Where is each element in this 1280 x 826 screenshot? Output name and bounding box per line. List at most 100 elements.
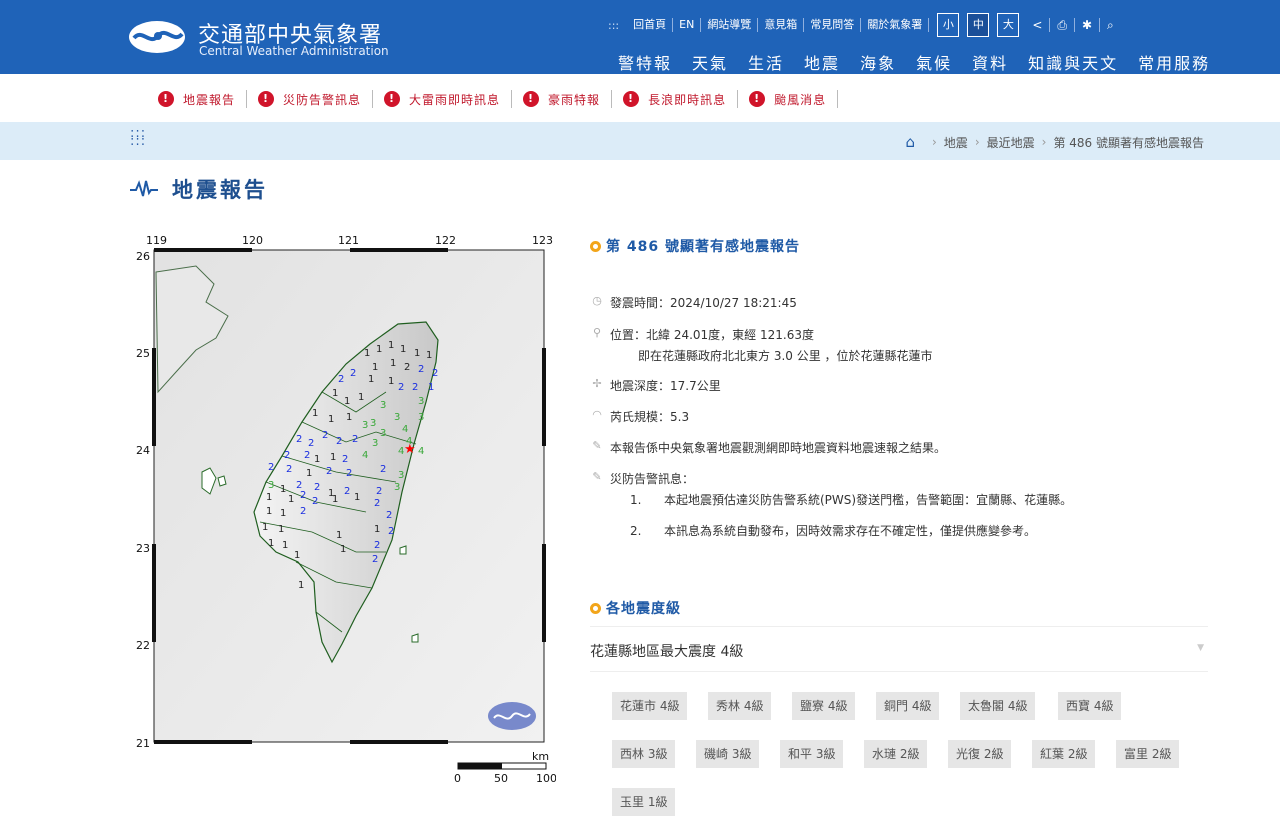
map-ytick: 24 [136, 444, 150, 457]
svg-text:1: 1 [358, 392, 364, 403]
svg-text:1: 1 [428, 382, 434, 393]
side-menu-icon[interactable]: :::::: [130, 127, 146, 148]
station-badge[interactable]: 太魯閣 4級 [960, 692, 1036, 720]
svg-text:1: 1 [280, 484, 286, 495]
breadcrumb-recent[interactable]: 最近地震 [987, 134, 1035, 151]
intensity-title: 各地震度級 [606, 601, 681, 617]
svg-text:2: 2 [304, 450, 310, 461]
font-size-small-button[interactable]: 小 [937, 13, 960, 37]
svg-text:1: 1 [330, 452, 336, 463]
svg-text:1: 1 [372, 362, 378, 373]
svg-text:2: 2 [300, 506, 306, 517]
breadcrumb: ⌂ › 地震 › 最近地震 › 第 486 號顯著有感地震報告 [905, 133, 1204, 151]
map-ytick: 21 [136, 737, 150, 750]
svg-text:1: 1 [390, 358, 396, 369]
station-badge[interactable]: 紅葉 2級 [1032, 740, 1096, 768]
svg-text:1: 1 [294, 550, 300, 561]
svg-text:2: 2 [374, 540, 380, 551]
util-link-feedback[interactable]: 意見箱 [758, 18, 805, 32]
font-size-large-button[interactable]: 大 [997, 13, 1020, 37]
svg-text:2: 2 [326, 466, 332, 477]
station-badge[interactable]: 西寶 4級 [1058, 692, 1122, 720]
svg-text:2: 2 [296, 434, 302, 445]
svg-text:1: 1 [336, 530, 342, 541]
alert-label: 豪雨特報 [548, 92, 601, 107]
station-badge[interactable]: 花蓮市 4級 [612, 692, 688, 720]
nav-climate[interactable]: 氣候 [916, 50, 952, 74]
svg-text:2: 2 [350, 368, 356, 379]
nav-data[interactable]: 資料 [972, 50, 1008, 74]
nav-warnings[interactable]: 警特報 [618, 50, 672, 74]
alert-icon: ! [384, 91, 401, 107]
svg-text:1: 1 [328, 414, 334, 425]
region-accordion[interactable]: 花蓮縣地區最大震度 4級 ▼ [590, 626, 1208, 672]
alert-swell[interactable]: ! 長浪即時訊息 [623, 90, 739, 108]
report-note: 本報告係中央氣象署地震觀測網即時地震資料地震速報之結果。 [610, 441, 947, 455]
alert-icon: ! [623, 91, 640, 107]
info-location: ⚲ 位置：北緯 24.01度，東經 121.63度 [590, 326, 814, 343]
share-icon[interactable]: < [1025, 18, 1049, 32]
print-icon[interactable]: ⎙ [1049, 18, 1074, 32]
alert-thunderstorm[interactable]: ! 大雷雨即時訊息 [384, 90, 513, 108]
svg-text:3: 3 [380, 428, 386, 439]
svg-text:3: 3 [418, 396, 424, 407]
nav-marine[interactable]: 海象 [860, 50, 896, 74]
svg-text:3: 3 [398, 470, 404, 481]
svg-text:3: 3 [362, 420, 368, 431]
station-badge[interactable]: 銅門 4級 [876, 692, 940, 720]
pencil-icon: ✎ [592, 439, 602, 452]
font-size-medium-button[interactable]: 中 [967, 13, 990, 37]
util-link-faq[interactable]: 常見問答 [804, 18, 862, 32]
svg-text:1: 1 [306, 468, 312, 479]
station-badge[interactable]: 富里 2級 [1116, 740, 1180, 768]
search-icon[interactable]: ⌕ [1099, 18, 1121, 32]
station-badge[interactable]: 秀林 4級 [708, 692, 772, 720]
util-link-home[interactable]: 回首頁 [627, 18, 674, 32]
station-badge[interactable]: 西林 3級 [612, 740, 676, 768]
svg-text:2: 2 [284, 450, 290, 461]
brand-name-en[interactable]: Central Weather Administration [199, 44, 389, 58]
alert-heavy-rain[interactable]: ! 豪雨特報 [523, 90, 613, 108]
util-link-sitemap[interactable]: 網站導覽 [701, 18, 759, 32]
svg-text:3: 3 [372, 438, 378, 449]
station-badge[interactable]: 鹽寮 4級 [792, 692, 856, 720]
util-link-about[interactable]: 關於氣象署 [861, 18, 930, 32]
svg-text:2: 2 [376, 486, 382, 497]
nav-knowledge[interactable]: 知識與天文 [1028, 50, 1118, 74]
bullet-ring-icon [590, 240, 601, 252]
svg-text:2: 2 [342, 454, 348, 465]
station-badge[interactable]: 和平 3級 [780, 740, 844, 768]
alert-icon: ! [258, 91, 275, 107]
svg-text:4: 4 [418, 446, 424, 457]
station-badge[interactable]: 水璉 2級 [864, 740, 928, 768]
station-badge[interactable]: 玉里 1級 [612, 788, 676, 816]
warning-text: 本訊息為系統自動發布，因時效需求存在不確定性，僅提供應變參考。 [664, 524, 1037, 538]
svg-text:2: 2 [314, 482, 320, 493]
nav-life[interactable]: 生活 [748, 50, 784, 74]
region-max-intensity: 花蓮縣地區最大震度 4級 [590, 644, 744, 660]
alert-earthquake-report[interactable]: ! 地震報告 [158, 90, 248, 108]
nav-weather[interactable]: 天氣 [692, 50, 728, 74]
svg-text:2: 2 [346, 468, 352, 479]
svg-text:3: 3 [370, 418, 376, 429]
intensity-map[interactable]: 111111 112 22 221 1 221 11 13 3 11 1 3 3 3 33 4 … [136, 232, 556, 792]
nav-earthquake[interactable]: 地震 [804, 50, 840, 74]
breadcrumb-earthquake[interactable]: 地震 [944, 134, 968, 151]
alert-pws[interactable]: ! 災防告警訊息 [258, 90, 374, 108]
station-badge[interactable]: 光復 2級 [948, 740, 1012, 768]
cwa-logo-icon[interactable] [128, 20, 186, 54]
alert-icon: ! [158, 91, 174, 107]
alert-typhoon[interactable]: ! 颱風消息 [749, 90, 839, 108]
map-ytick: 22 [136, 639, 150, 652]
svg-text:2: 2 [300, 490, 306, 501]
svg-text:1: 1 [268, 538, 274, 549]
svg-text:2: 2 [386, 510, 392, 521]
home-icon[interactable]: ⌂ [905, 133, 915, 151]
util-link-en[interactable]: EN [673, 18, 702, 32]
station-badge[interactable]: 磯崎 3級 [696, 740, 760, 768]
settings-icon[interactable]: ✱ [1073, 18, 1099, 32]
alert-icon: ! [523, 91, 540, 107]
svg-text:2: 2 [398, 382, 404, 393]
chevron-down-icon[interactable]: ▼ [1197, 643, 1204, 653]
nav-services[interactable]: 常用服務 [1138, 50, 1210, 74]
